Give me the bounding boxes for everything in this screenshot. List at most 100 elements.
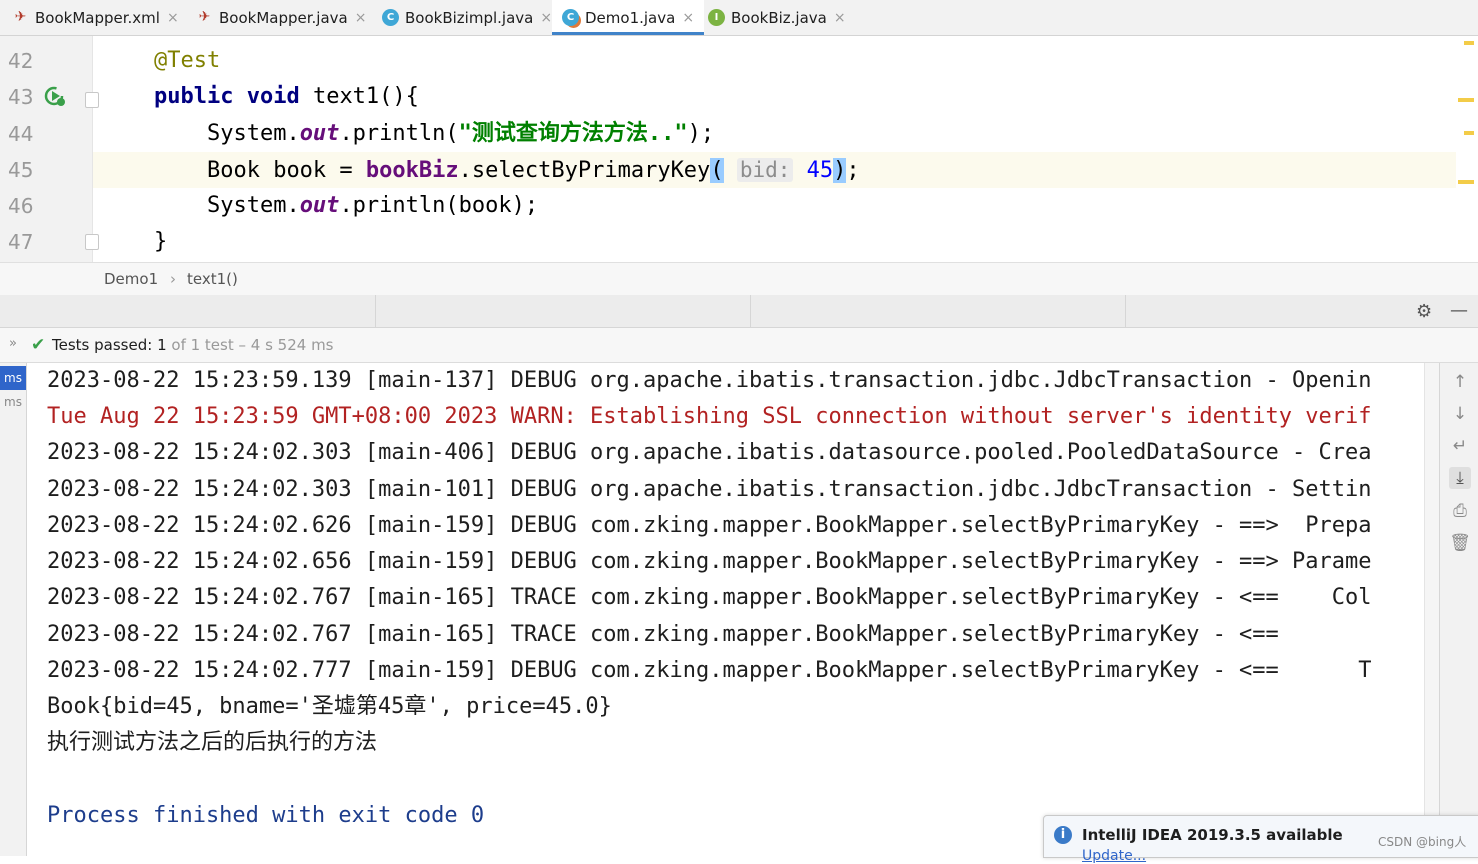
- field-bookbiz: bookBiz: [365, 158, 459, 183]
- tab-bookmapper-xml[interactable]: ✈ BookMapper.xml ×: [12, 0, 179, 35]
- string-literal: "测试查询方法方法..": [458, 121, 688, 146]
- line-number: 46: [8, 194, 34, 218]
- info-icon: i: [1054, 826, 1072, 844]
- mybatis-bird-icon: ✈: [198, 9, 211, 25]
- matched-brace: (: [710, 158, 724, 183]
- keyword-public: public: [153, 84, 234, 109]
- code-editor[interactable]: 42 43 44 45 46 47 @Test public void text…: [0, 36, 1478, 262]
- line-number: 45: [8, 158, 34, 182]
- close-icon[interactable]: ×: [682, 10, 694, 26]
- line-number: 43: [8, 85, 34, 109]
- class-icon: C: [382, 9, 399, 26]
- tab-label: Demo1.java: [585, 8, 676, 27]
- test-duration-item[interactable]: ms: [0, 390, 26, 414]
- console-output[interactable]: 2023-08-22 15:23:59.139 [main-137] DEBUG…: [27, 363, 1438, 856]
- console-line: 2023-08-22 15:24:02.656 [main-159] DEBUG…: [47, 549, 1372, 574]
- console-toolbar: ↑ ↓ ↵ ⤓ ⎙ 🗑: [1439, 363, 1478, 856]
- update-link[interactable]: Update...: [1082, 848, 1146, 864]
- warning-stripe-icon[interactable]: [1464, 131, 1474, 135]
- tab-bookbizimpl-java[interactable]: C BookBizimpl.java ×: [382, 0, 552, 35]
- method-signature: text1(){: [299, 84, 419, 109]
- static-field-out: out: [299, 193, 340, 218]
- console-line-message: 执行测试方法之后的后执行的方法: [47, 730, 378, 755]
- static-field-out: out: [299, 121, 340, 146]
- header-section: [0, 295, 376, 327]
- code-token: Book book =: [206, 158, 366, 183]
- line-number: 44: [8, 122, 34, 146]
- number-literal: 45: [806, 158, 834, 183]
- code-token: );: [687, 121, 715, 146]
- tab-demo1-java[interactable]: C Demo1.java ×: [552, 0, 705, 35]
- watermark: CSDN @bing人: [1378, 835, 1467, 849]
- breadcrumb-class[interactable]: Demo1: [104, 270, 158, 288]
- tab-label: BookMapper.java: [219, 8, 348, 27]
- tab-label: BookBiz.java: [731, 8, 827, 27]
- editor-scrollbar[interactable]: [1456, 36, 1478, 262]
- minimize-icon[interactable]: —: [1450, 300, 1468, 321]
- code-line-43: public void text1(){: [101, 79, 1456, 115]
- editor-gutter: 42 43 44 45 46 47: [0, 36, 99, 262]
- breadcrumb-method[interactable]: text1(): [187, 270, 238, 288]
- fold-marker-icon[interactable]: [85, 92, 99, 108]
- arrow-up-icon[interactable]: ↑: [1449, 371, 1471, 393]
- matched-brace: ): [833, 158, 847, 183]
- test-class-icon: C: [562, 9, 579, 26]
- tab-bookbiz-java[interactable]: I BookBiz.java ×: [708, 0, 846, 35]
- run-tool-window-header: [0, 295, 1478, 328]
- tab-label: BookMapper.xml: [35, 8, 160, 27]
- mybatis-bird-icon: ✈: [14, 9, 27, 25]
- line-number: 42: [8, 49, 34, 73]
- trash-icon[interactable]: 🗑: [1449, 532, 1471, 554]
- gear-icon[interactable]: ⚙: [1416, 301, 1432, 322]
- scroll-to-end-icon[interactable]: ⤓: [1449, 467, 1471, 489]
- print-icon[interactable]: ⎙: [1449, 500, 1471, 522]
- fold-marker-icon[interactable]: [85, 234, 99, 250]
- close-icon[interactable]: ×: [355, 10, 367, 26]
- console-line: 2023-08-22 15:24:02.626 [main-159] DEBUG…: [47, 513, 1372, 538]
- code-token: ;: [846, 158, 860, 183]
- console-line: 2023-08-22 15:23:59.139 [main-137] DEBUG…: [47, 368, 1372, 393]
- tests-passed-count: 1: [157, 336, 167, 354]
- code-token: System.: [206, 121, 300, 146]
- console-line: 2023-08-22 15:24:02.767 [main-165] TRACE…: [47, 585, 1372, 610]
- notification-title: IntelliJ IDEA 2019.3.5 available: [1082, 826, 1343, 844]
- console-line: 2023-08-22 15:24:02.303 [main-101] DEBUG…: [47, 477, 1372, 502]
- close-icon[interactable]: ×: [834, 10, 846, 26]
- soft-wrap-icon[interactable]: ↵: [1449, 435, 1471, 457]
- run-test-passed-icon[interactable]: [44, 86, 66, 108]
- code-line-47: }: [101, 224, 1456, 260]
- test-duration-item[interactable]: ms: [0, 366, 26, 390]
- code-token: .println(: [339, 121, 459, 146]
- code-token: }: [153, 229, 168, 254]
- console-line-warn: Tue Aug 22 15:23:59 GMT+08:00 2023 WARN:…: [47, 404, 1372, 429]
- breadcrumb-separator: ›: [170, 270, 176, 288]
- expand-chevron-icon[interactable]: »: [9, 336, 17, 351]
- breadcrumb: Demo1 › text1(): [0, 262, 1478, 296]
- parameter-hint: bid:: [736, 158, 794, 182]
- tab-label: BookBizimpl.java: [405, 8, 534, 27]
- check-icon: ✔: [31, 335, 46, 355]
- code-line-44: System.out.println("测试查询方法方法..");: [101, 116, 1456, 152]
- header-section: [376, 295, 751, 327]
- tab-bookmapper-java[interactable]: ✈ BookMapper.java ×: [196, 0, 367, 35]
- console-line: 2023-08-22 15:24:02.767 [main-165] TRACE…: [47, 622, 1279, 647]
- annotation-test: @Test: [153, 48, 221, 73]
- code-line-45: Book book = bookBiz.selectByPrimaryKey( …: [101, 152, 1456, 188]
- tests-passed-detail: of 1 test – 4 s 524 ms: [171, 336, 334, 354]
- line-number: 47: [8, 230, 34, 254]
- test-tree-rail: ms ms: [0, 363, 27, 856]
- code-line-46: System.out.println(book);: [101, 188, 1456, 224]
- warning-stripe-icon[interactable]: [1458, 180, 1474, 184]
- arrow-down-icon[interactable]: ↓: [1449, 403, 1471, 425]
- tests-passed-text: Tests passed: 1 of 1 test – 4 s 524 ms: [52, 336, 334, 354]
- close-icon[interactable]: ×: [540, 10, 552, 26]
- warning-stripe-icon[interactable]: [1464, 41, 1474, 45]
- editor-tab-bar: ✈ BookMapper.xml × ✈ BookMapper.java × C…: [0, 0, 1478, 36]
- process-finished-line: Process finished with exit code 0: [47, 803, 485, 828]
- close-icon[interactable]: ×: [167, 10, 179, 26]
- warning-stripe-icon[interactable]: [1458, 98, 1474, 102]
- code-token: .println(book);: [339, 193, 539, 218]
- interface-icon: I: [708, 9, 725, 26]
- console-scrollbar[interactable]: [1424, 363, 1439, 856]
- header-section: [751, 295, 1126, 327]
